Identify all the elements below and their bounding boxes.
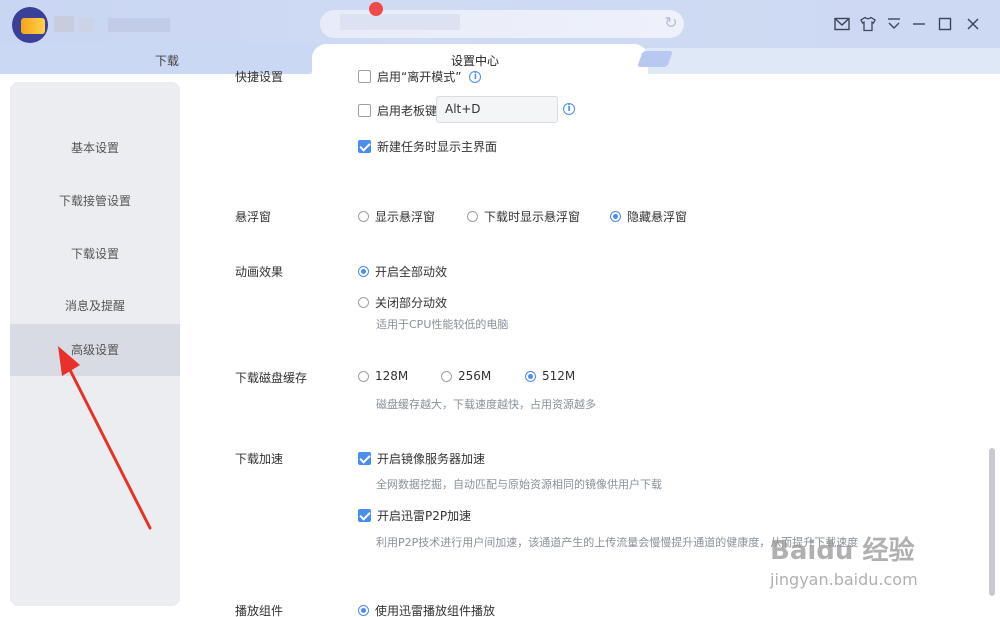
show-main-checkbox[interactable]: [358, 140, 371, 153]
notification-dot: [369, 2, 383, 16]
show-main-option[interactable]: 新建任务时显示主界面: [358, 138, 497, 155]
float-option-label: 隐藏悬浮窗: [627, 210, 688, 224]
cache-option-label: 512M: [542, 369, 576, 383]
tab-strip: 下载 设置中心: [0, 44, 1000, 74]
disk-cache-hint: 磁盘缓存越大，下载速度越快，占用资源越多: [376, 398, 596, 411]
cache-option-256[interactable]: 256M: [441, 369, 491, 383]
watermark-line1: Baidu 经验: [770, 536, 915, 566]
show-main-label: 新建任务时显示主界面: [377, 140, 498, 154]
leave-mode-label: 启用“离开模式”: [377, 70, 462, 84]
tab-download-label: 下载: [155, 54, 180, 68]
radio-button[interactable]: [358, 605, 369, 616]
p2p-acceleration-option[interactable]: 开启迅雷P2P加速: [358, 507, 471, 524]
radio-button[interactable]: [358, 211, 369, 222]
sidebar-item-takeover[interactable]: 下载接管设置: [10, 175, 180, 227]
cache-option-label: 128M: [375, 369, 409, 383]
cache-option-128[interactable]: 128M: [358, 369, 408, 383]
app-logo: [12, 7, 48, 43]
radio-button[interactable]: [467, 211, 478, 222]
animation-option-label: 关闭部分动效: [375, 296, 448, 310]
new-tab-button[interactable]: [637, 51, 673, 67]
leave-mode-option[interactable]: 启用“离开模式” i: [358, 68, 482, 85]
menu-icon[interactable]: [883, 13, 905, 35]
tab-download[interactable]: 下载: [0, 44, 336, 74]
p2p-acceleration-checkbox[interactable]: [358, 509, 371, 522]
blurred-username: [108, 18, 170, 32]
mirror-acceleration-checkbox[interactable]: [358, 452, 371, 465]
radio-button[interactable]: [358, 266, 369, 277]
section-label-player: 播放组件: [235, 604, 284, 617]
info-icon[interactable]: i: [563, 103, 575, 115]
animation-option-all[interactable]: 开启全部动效: [358, 263, 447, 280]
maximize-icon[interactable]: [934, 13, 956, 35]
boss-key-checkbox[interactable]: [358, 104, 371, 117]
section-label-acceleration: 下载加速: [235, 452, 284, 466]
sidebar-item-basic[interactable]: 基本设置: [10, 122, 180, 174]
float-option-downloading[interactable]: 下载时显示悬浮窗: [467, 208, 580, 225]
animation-option-label: 开启全部动效: [375, 265, 448, 279]
radio-button[interactable]: [441, 370, 452, 382]
section-label-shortcuts: 快捷设置: [235, 70, 284, 84]
float-option-show[interactable]: 显示悬浮窗: [358, 208, 435, 225]
radio-button[interactable]: [525, 370, 536, 382]
settings-sidebar: 基本设置 下载接管设置 下载设置 消息及提醒 高级设置: [10, 82, 180, 606]
mirror-acceleration-hint: 全网数据挖掘，自动匹配与原始资源相同的镜像供用户下载: [376, 478, 662, 491]
close-icon[interactable]: [962, 13, 984, 35]
boss-key-label: 启用老板键: [377, 104, 438, 118]
sidebar-item-advanced[interactable]: 高级设置: [10, 324, 180, 376]
blurred-username: [78, 18, 94, 32]
float-option-hide[interactable]: 隐藏悬浮窗: [610, 208, 687, 225]
player-option[interactable]: 使用迅雷播放组件播放: [358, 602, 495, 617]
title-bar: ↻: [0, 0, 1000, 48]
animation-hint: 适用于CPU性能较低的电脑: [376, 318, 509, 331]
radio-button[interactable]: [610, 211, 621, 222]
float-option-label: 下载时显示悬浮窗: [484, 210, 581, 224]
cache-option-512[interactable]: 512M: [525, 369, 575, 383]
leave-mode-checkbox[interactable]: [358, 70, 371, 83]
minimize-icon[interactable]: [908, 13, 930, 35]
boss-key-option[interactable]: 启用老板键: [358, 102, 437, 119]
scrollbar-thumb[interactable]: [989, 448, 995, 596]
watermark-line2: jingyan.baidu.com: [770, 570, 918, 589]
player-option-label: 使用迅雷播放组件播放: [375, 604, 496, 617]
radio-button[interactable]: [358, 370, 369, 382]
section-label-disk-cache: 下载磁盘缓存: [235, 371, 308, 385]
sidebar-item-download[interactable]: 下载设置: [10, 228, 180, 280]
blurred-address-text: [340, 14, 460, 30]
radio-button[interactable]: [358, 297, 369, 308]
float-option-label: 显示悬浮窗: [375, 210, 436, 224]
section-label-float-window: 悬浮窗: [235, 210, 272, 224]
tab-settings-label: 设置中心: [451, 54, 500, 68]
section-label-animation: 动画效果: [235, 265, 284, 279]
info-icon[interactable]: i: [469, 70, 482, 83]
mirror-acceleration-option[interactable]: 开启镜像服务器加速: [358, 450, 485, 467]
blurred-username: [54, 16, 74, 32]
mirror-acceleration-label: 开启镜像服务器加速: [377, 452, 486, 466]
refresh-icon[interactable]: ↻: [662, 14, 680, 32]
cache-option-label: 256M: [458, 369, 492, 383]
p2p-acceleration-label: 开启迅雷P2P加速: [377, 509, 472, 523]
boss-key-input[interactable]: Alt+D: [436, 96, 558, 123]
message-icon[interactable]: [831, 13, 853, 35]
animation-option-partial[interactable]: 关闭部分动效: [358, 294, 447, 311]
skin-icon[interactable]: [857, 13, 879, 35]
